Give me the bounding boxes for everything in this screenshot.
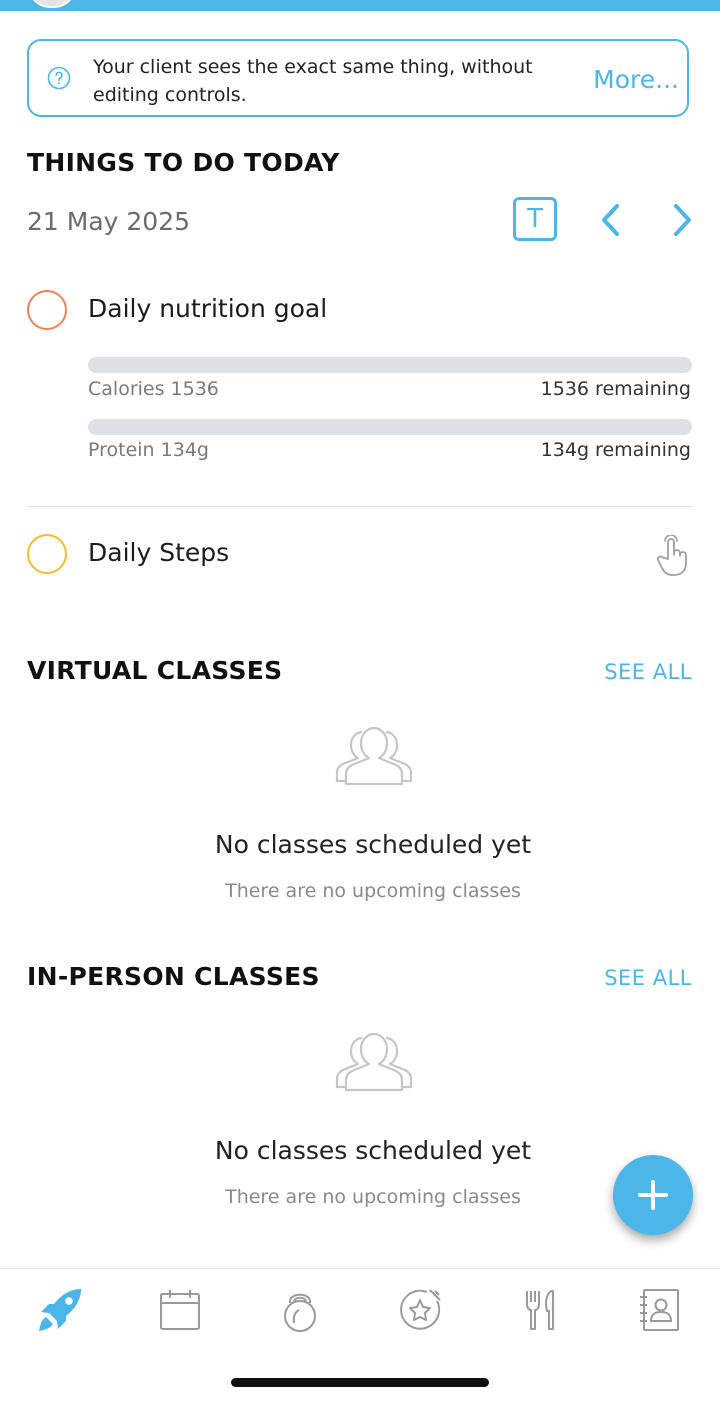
daily-steps-checkbox[interactable]: [27, 534, 67, 574]
kettlebell-icon[interactable]: [277, 1287, 323, 1333]
virtual-classes-see-all-link[interactable]: SEE ALL: [604, 660, 692, 684]
virtual-classes-empty-subtitle: There are no upcoming classes: [225, 880, 521, 902]
banner-text: Your client sees the exact same thing, w…: [93, 56, 533, 106]
in-person-classes-see-all-link[interactable]: SEE ALL: [604, 966, 692, 990]
things-to-do-title: THINGS TO DO TODAY: [27, 148, 340, 177]
calories-label: Calories 1536: [88, 378, 219, 400]
fork-knife-icon[interactable]: [517, 1287, 563, 1333]
plus-icon: [638, 1180, 668, 1210]
daily-steps-label[interactable]: Daily Steps: [88, 538, 229, 567]
previous-day-chevron-icon[interactable]: [597, 202, 625, 238]
contact-book-icon[interactable]: [637, 1287, 683, 1333]
protein-remaining: 134g remaining: [540, 439, 691, 461]
next-day-chevron-icon[interactable]: [668, 202, 696, 238]
protein-label: Protein 134g: [88, 439, 209, 461]
virtual-classes-empty-title: No classes scheduled yet: [214, 830, 532, 859]
virtual-classes-empty-people-icon: [335, 726, 413, 786]
add-fab-button[interactable]: [613, 1155, 693, 1235]
virtual-classes-title: VIRTUAL CLASSES: [27, 656, 283, 685]
current-date: 21 May 2025: [27, 207, 191, 236]
rocket-icon[interactable]: [37, 1287, 83, 1333]
in-person-classes-empty-subtitle: There are no upcoming classes: [225, 1186, 521, 1208]
help-circle-icon: [47, 66, 71, 90]
nutrition-goal-checkbox[interactable]: [27, 290, 67, 330]
nutrition-goal-label[interactable]: Daily nutrition goal: [88, 294, 327, 323]
today-button[interactable]: T: [513, 197, 557, 241]
info-banner: Your client sees the exact same thing, w…: [27, 39, 689, 117]
in-person-classes-empty-title: No classes scheduled yet: [214, 1136, 532, 1165]
finger-tap-icon[interactable]: [654, 535, 690, 577]
home-indicator: [231, 1378, 489, 1387]
top-status-bar: [0, 0, 720, 11]
in-person-classes-title: IN-PERSON CLASSES: [27, 962, 320, 991]
more-link[interactable]: More...: [593, 65, 679, 94]
task-divider: [27, 506, 693, 507]
calories-progress-bar: [88, 357, 692, 373]
in-person-classes-empty-people-icon: [335, 1032, 413, 1092]
protein-progress-bar: [88, 419, 692, 435]
calories-remaining: 1536 remaining: [540, 378, 691, 400]
calendar-icon[interactable]: [157, 1287, 203, 1333]
achievement-star-icon[interactable]: [397, 1287, 443, 1333]
